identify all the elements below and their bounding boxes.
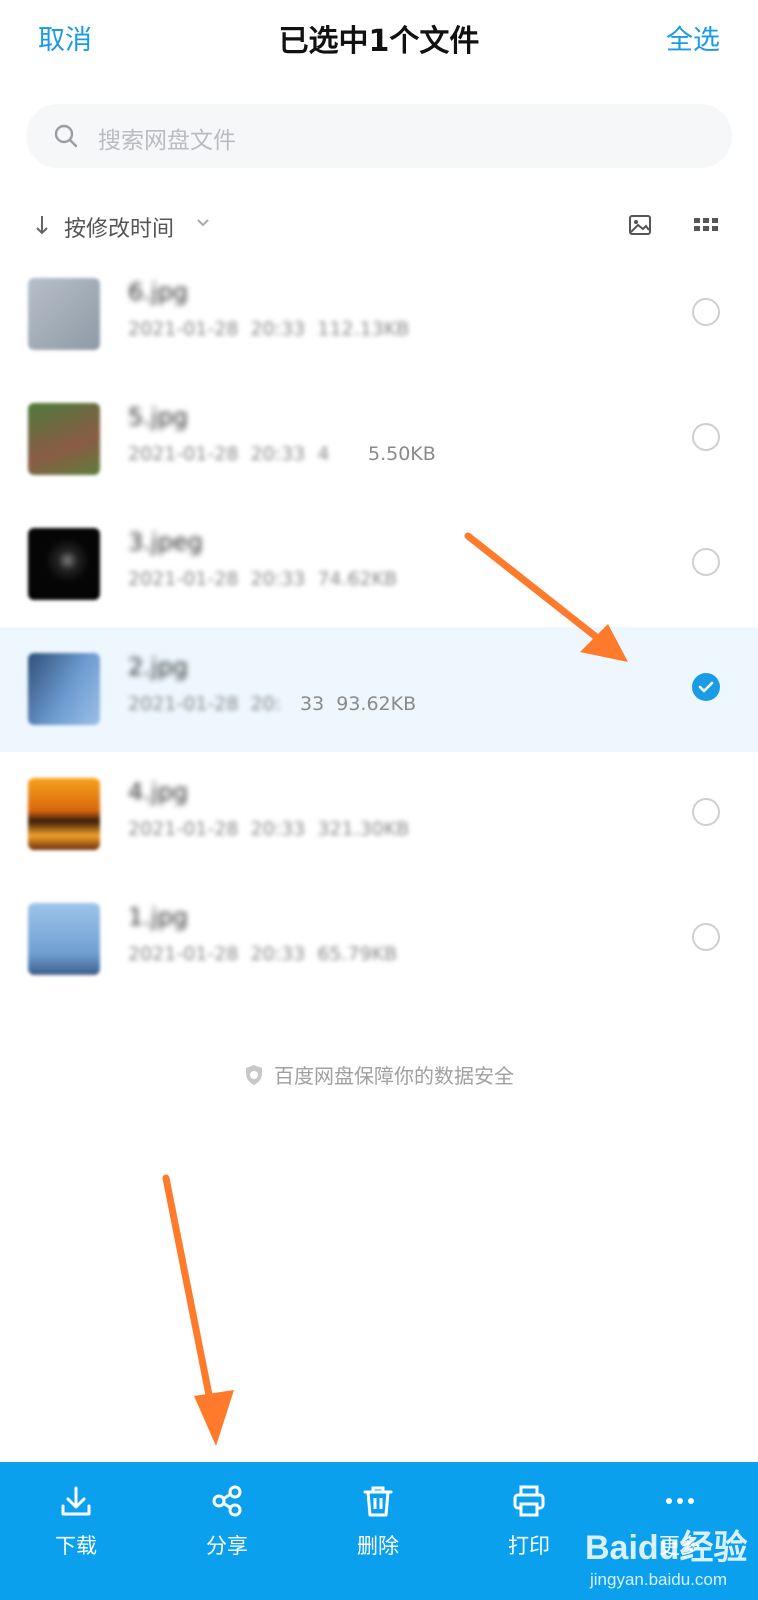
file-name: 5.jpg [128, 403, 189, 431]
watermark-url: jingyan.baidu.com [590, 1570, 728, 1589]
arrow-down-icon [36, 216, 48, 235]
file-list: 6.jpg 2021-01-28 20:33 112.13KB 5.jpg 20… [0, 252, 758, 1002]
select-radio[interactable] [692, 298, 720, 326]
file-row[interactable]: 4.jpg 2021-01-28 20:33 321.30KB [0, 752, 758, 877]
printer-icon [513, 1485, 545, 1517]
header: 取消 已选中1个文件 全选 [0, 0, 758, 80]
search-icon [54, 124, 78, 148]
share-label: 分享 [206, 1534, 248, 1558]
grid-view-icon[interactable] [694, 218, 718, 232]
delete-button[interactable]: 删除 [323, 1484, 433, 1560]
file-name: 2.jpg [128, 653, 189, 681]
search-input[interactable]: 搜索网盘文件 [26, 104, 732, 168]
file-row[interactable]: 6.jpg 2021-01-28 20:33 112.13KB [0, 252, 758, 377]
print-button[interactable]: 打印 [474, 1484, 584, 1560]
file-thumbnail [28, 278, 100, 350]
print-label: 打印 [508, 1534, 550, 1558]
download-icon [61, 1486, 91, 1516]
sort-bar: 按修改时间 [0, 200, 758, 256]
security-note: 百度网盘保障你的数据安全 [0, 1060, 758, 1089]
file-name: 4.jpg [128, 778, 189, 806]
select-radio[interactable] [692, 423, 720, 451]
file-thumbnail [28, 778, 100, 850]
trash-icon [363, 1486, 393, 1517]
image-view-icon[interactable] [628, 214, 652, 236]
download-button[interactable]: 下载 [21, 1484, 131, 1560]
chevron-down-icon[interactable] [196, 218, 210, 228]
shield-icon [246, 1065, 262, 1085]
file-size: 33 93.62KB [300, 693, 417, 715]
security-text: 百度网盘保障你的数据安全 [274, 1064, 514, 1088]
file-meta: 2021-01-28 20:33 112.13KB [128, 318, 410, 340]
file-size: 5.50KB [368, 443, 436, 465]
watermark-logo: Baidu经验 [585, 1529, 748, 1567]
select-radio[interactable] [692, 798, 720, 826]
file-meta: 2021-01-28 20:33 321.30KB [128, 818, 410, 840]
file-row[interactable]: 5.jpg 2021-01-28 20:33 4 5.50KB [0, 377, 758, 502]
file-thumbnail [28, 528, 100, 600]
search-placeholder: 搜索网盘文件 [98, 128, 236, 154]
select-all-button[interactable]: 全选 [666, 18, 720, 57]
delete-label: 删除 [357, 1534, 399, 1558]
file-name: 1.jpg [128, 903, 189, 931]
file-meta: 2021-01-28 20:33 4 [128, 443, 330, 465]
annotation-arrow-bottom [162, 1174, 234, 1446]
file-thumbnail [28, 403, 100, 475]
file-row-selected[interactable]: 2.jpg 2021-01-28 20: 33 93.62KB [0, 627, 758, 752]
file-meta: 2021-01-28 20: [128, 693, 282, 715]
file-meta: 2021-01-28 20:33 65.79KB [128, 943, 398, 965]
file-meta: 2021-01-28 20:33 74.62KB [128, 568, 398, 590]
file-row[interactable]: 1.jpg 2021-01-28 20:33 65.79KB [0, 877, 758, 1002]
select-radio[interactable] [692, 548, 720, 576]
share-button[interactable]: 分享 [172, 1484, 282, 1560]
file-row[interactable]: 3.jpeg 2021-01-28 20:33 74.62KB [0, 502, 758, 627]
sort-dropdown[interactable]: 按修改时间 [64, 211, 174, 243]
share-icon [212, 1485, 242, 1517]
page-title: 已选中1个文件 [278, 24, 480, 59]
select-radio-checked[interactable] [692, 673, 720, 701]
file-thumbnail [28, 653, 100, 725]
download-label: 下载 [55, 1534, 97, 1558]
check-icon [698, 681, 714, 693]
select-radio[interactable] [692, 923, 720, 951]
more-icon [666, 1498, 694, 1504]
file-name: 3.jpeg [128, 528, 203, 556]
file-name: 6.jpg [128, 278, 189, 306]
file-thumbnail [28, 903, 100, 975]
